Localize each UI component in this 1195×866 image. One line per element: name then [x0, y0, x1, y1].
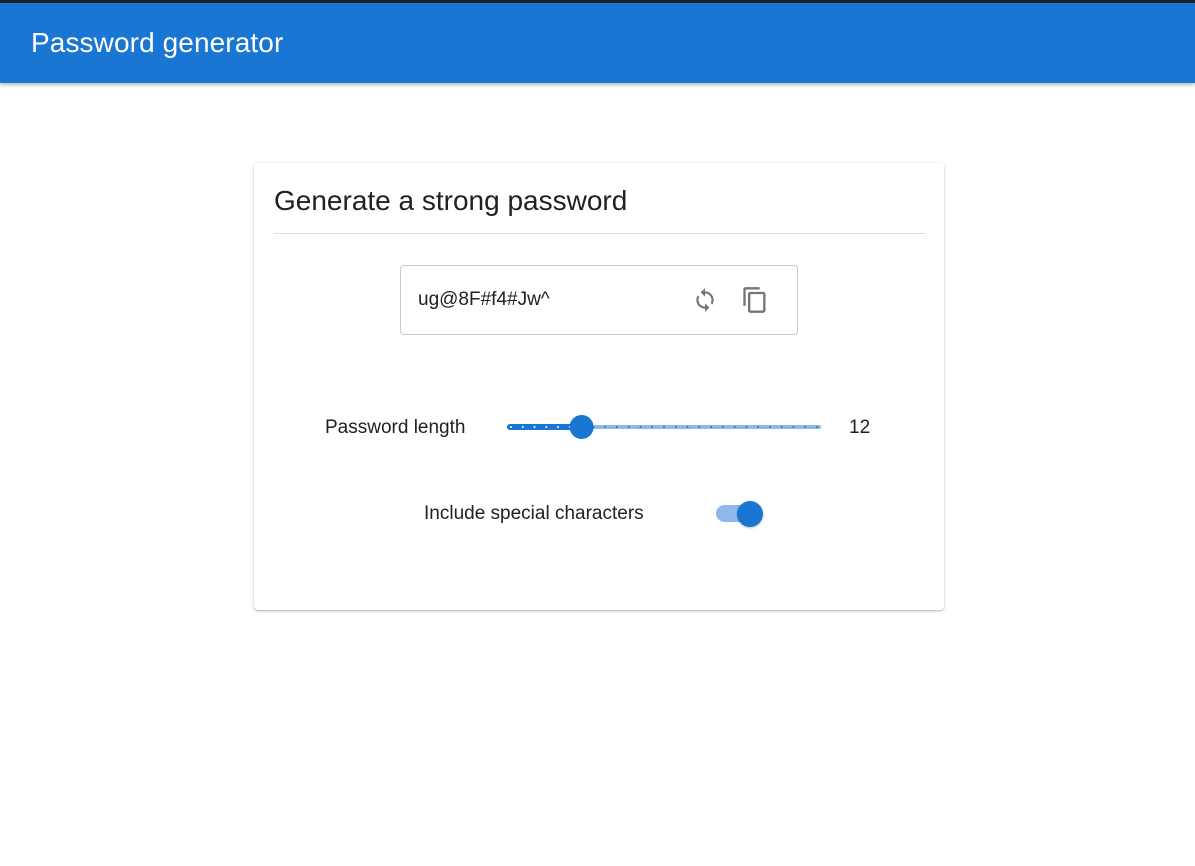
- password-value[interactable]: ug@8F#f4#Jw^: [418, 289, 550, 311]
- slider-tick: [816, 426, 818, 428]
- slider-tick: [604, 426, 607, 428]
- slider-tick: [533, 426, 536, 428]
- slider-tick: [698, 426, 701, 428]
- slider-graphic: [507, 415, 821, 439]
- special-characters-label: Include special characters: [424, 503, 644, 524]
- generator-card: Generate a strong password ug@8F#f4#Jw^ …: [254, 163, 944, 610]
- slider-tick: [710, 426, 713, 428]
- slider-tick: [745, 426, 748, 428]
- slider-tick: [651, 426, 654, 428]
- slider-tick: [510, 426, 512, 428]
- slider-tick: [521, 426, 524, 428]
- regenerate-button[interactable]: [688, 283, 722, 317]
- password-field[interactable]: ug@8F#f4#Jw^: [400, 265, 798, 335]
- slider-thumb: [569, 415, 594, 439]
- slider-tick: [780, 426, 783, 428]
- card-divider: [274, 233, 925, 234]
- slider-tick: [627, 426, 630, 428]
- refresh-icon: [696, 288, 714, 312]
- slider-tick: [792, 426, 795, 428]
- copy-icon: [743, 287, 766, 313]
- special-characters-toggle[interactable]: [715, 500, 765, 528]
- slider-tick: [768, 426, 771, 428]
- slider-tick: [721, 426, 724, 428]
- password-length-slider[interactable]: [507, 413, 821, 441]
- slider-tick: [804, 426, 807, 428]
- slider-tick: [733, 426, 736, 428]
- slider-tick: [615, 426, 618, 428]
- slider-tick: [545, 426, 548, 428]
- toggle-thumb: [737, 501, 763, 527]
- slider-tick: [663, 426, 665, 428]
- slider-tick: [639, 426, 642, 428]
- slider-tick: [557, 426, 560, 428]
- password-length-value: 12: [849, 417, 871, 438]
- password-length-label: Password length: [325, 417, 466, 438]
- slider-tick: [686, 426, 689, 428]
- slider-tick: [757, 426, 760, 428]
- card-title: Generate a strong password: [274, 185, 628, 216]
- slider-tick: [674, 426, 677, 428]
- app-bar: Password generator: [0, 3, 1195, 83]
- copy-button[interactable]: [738, 283, 772, 317]
- app-title: Password generator: [31, 27, 284, 58]
